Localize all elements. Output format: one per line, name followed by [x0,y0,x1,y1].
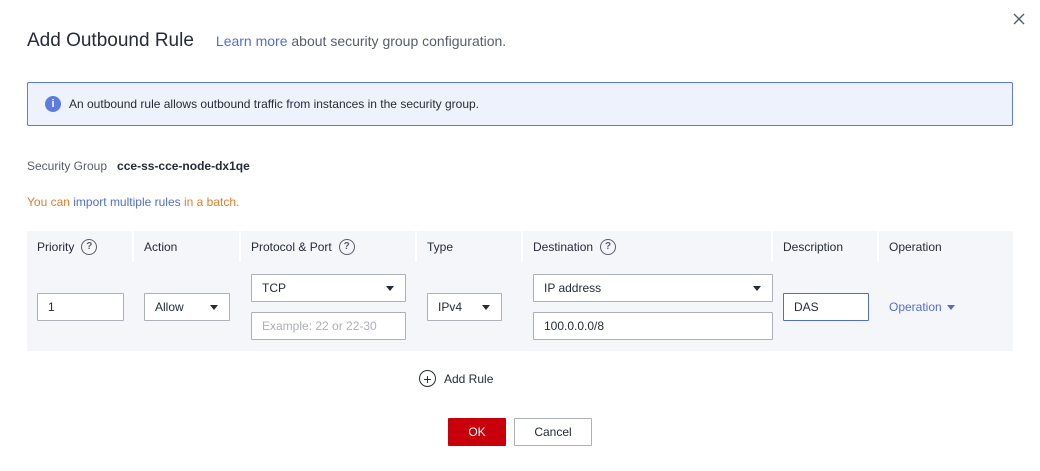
header-action-label: Action [144,239,178,254]
action-select[interactable]: Allow [144,293,230,321]
info-icon: i [45,96,61,112]
batch-import-row: You can import multiple rules in a batch… [27,195,239,209]
header-operation-label: Operation [889,239,942,254]
help-icon[interactable]: ? [81,238,98,255]
close-button[interactable] [1010,10,1028,28]
chevron-down-icon [946,304,955,310]
security-group-label: Security Group [27,159,108,173]
operation-dropdown[interactable]: Operation [889,300,955,314]
dialog-subtitle: Learn more about security group configur… [216,33,506,49]
header-operation: Operation [889,231,942,262]
learn-more-link[interactable]: Learn more [216,33,288,49]
priority-input[interactable]: 1 [37,293,124,321]
destination-type-select[interactable]: IP address [533,274,773,302]
header-priority-label: Priority [37,239,75,254]
security-group-row: Security Group cce-ss-cce-node-dx1qe [27,159,250,173]
info-text: An outbound rule allows outbound traffic… [69,97,480,111]
header-destination: Destination ? [533,231,617,262]
destination-type-value: IP address [544,281,602,295]
description-input[interactable]: DAS [783,293,869,321]
header-description-label: Description [783,239,844,254]
import-rules-link[interactable]: import multiple rules [73,195,180,209]
batch-prefix: You can [27,195,74,209]
operation-label: Operation [889,300,942,314]
security-group-value: cce-ss-cce-node-dx1qe [117,159,250,173]
type-select[interactable]: IPv4 [427,293,502,321]
dialog-title: Add Outbound Rule [27,30,194,51]
rules-table: Priority ? Action Protocol & Port ? Type… [27,231,1013,351]
ok-button[interactable]: OK [448,418,506,446]
add-rule-label: Add Rule [444,371,494,386]
add-circle-icon: + [419,370,436,387]
learn-more-suffix: about security group configuration. [287,33,507,49]
dialog-header: Add Outbound Rule Learn more about secur… [27,30,506,54]
header-protocol-port: Protocol & Port ? [251,231,355,262]
header-destination-label: Destination [533,239,594,254]
header-type: Type [427,231,453,262]
chevron-down-icon [753,286,761,291]
batch-suffix: in a batch. [180,195,240,209]
table-row: 1 Allow TCP Example: 22 or 22-30 IPv4 IP… [27,262,1013,351]
protocol-select[interactable]: TCP [251,274,406,302]
close-icon [1013,13,1025,25]
header-description: Description [783,231,843,262]
destination-ip-input[interactable]: 100.0.0.0/8 [533,312,773,340]
help-icon[interactable]: ? [600,238,617,255]
cancel-button[interactable]: Cancel [514,418,592,446]
help-icon[interactable]: ? [338,238,355,255]
header-priority: Priority ? [37,231,98,262]
header-type-label: Type [427,239,454,254]
chevron-down-icon [386,286,394,291]
header-action: Action [144,231,177,262]
chevron-down-icon [482,305,490,310]
chevron-down-icon [210,305,218,310]
add-rule-button[interactable]: + Add Rule [419,370,493,387]
port-input[interactable]: Example: 22 or 22-30 [251,312,406,340]
info-banner: i An outbound rule allows outbound traff… [27,82,1013,126]
table-header: Priority ? Action Protocol & Port ? Type… [27,231,1013,262]
protocol-select-value: TCP [262,281,286,295]
type-select-value: IPv4 [438,300,463,314]
header-protocol-port-label: Protocol & Port [251,239,332,254]
action-select-value: Allow [155,300,184,314]
